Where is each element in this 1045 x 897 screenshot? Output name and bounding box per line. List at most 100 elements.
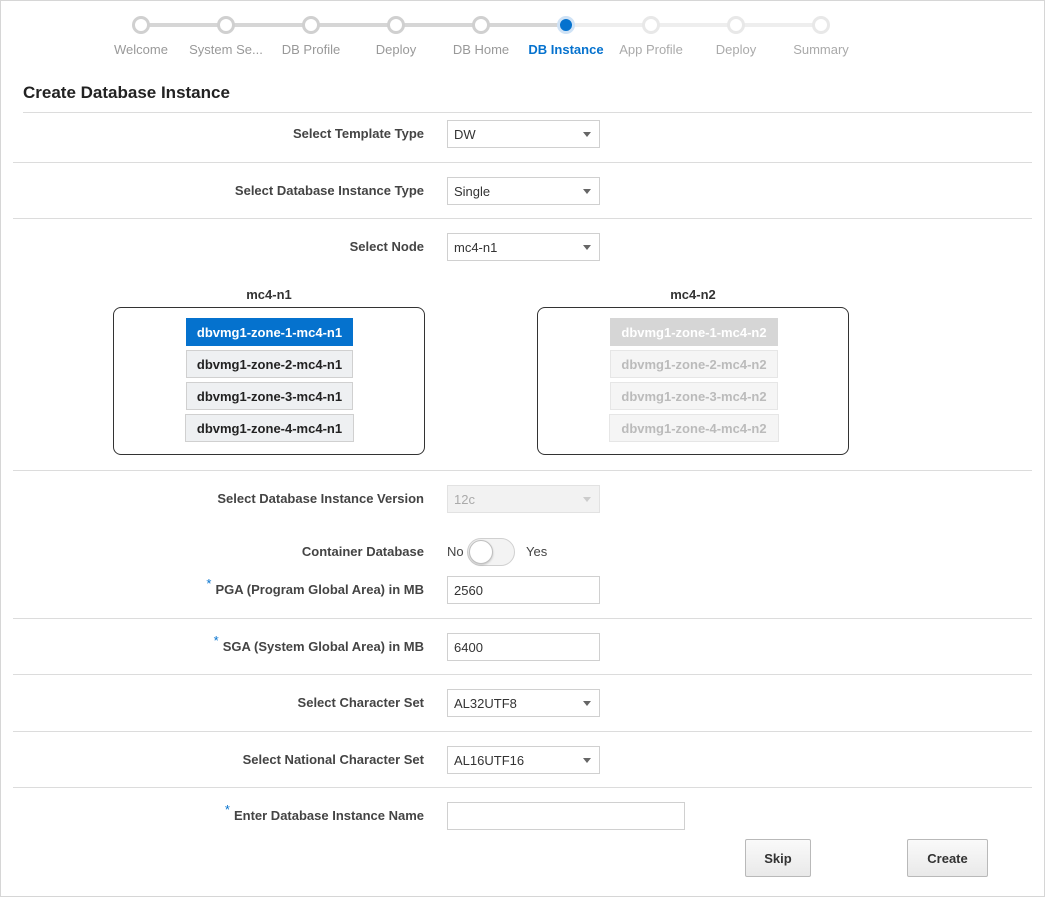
step-dot-icon [812, 16, 830, 34]
container-db-label: Container Database [301, 544, 424, 559]
node-2-title: mc4-n2 [670, 287, 716, 302]
step-dot-current-icon [557, 16, 575, 34]
step-label: Summary [793, 42, 849, 57]
instance-type-label: Select Database Instance Type [234, 183, 424, 198]
divider [23, 112, 1032, 113]
step-label: App Profile [619, 42, 683, 57]
train-step-deploy-2: Deploy [691, 13, 781, 57]
step-dot-icon [387, 16, 405, 34]
charset-label: Select Character Set [297, 695, 424, 710]
template-type-label: Select Template Type [292, 126, 424, 141]
train-step-system-settings[interactable]: System Se... [181, 13, 271, 57]
step-label: Welcome [114, 42, 168, 57]
zone-button-disabled: dbvmg1-zone-3-mc4-n2 [610, 382, 778, 410]
toggle-off-label: No [447, 544, 464, 559]
train-step-db-home[interactable]: DB Home [436, 13, 526, 57]
train-step-deploy[interactable]: Deploy [351, 13, 441, 57]
charset-value: AL32UTF8 [454, 696, 517, 711]
national-charset-row: Select National Character Set AL16UTF16 [1, 745, 1045, 775]
step-label: DB Profile [281, 42, 341, 57]
node-2-zone-panel: dbvmg1-zone-1-mc4-n2 dbvmg1-zone-2-mc4-n… [537, 307, 849, 455]
train-step-welcome[interactable]: Welcome [96, 13, 186, 57]
divider [13, 470, 1032, 471]
page-frame: Welcome System Se... DB Profile Deploy D… [0, 0, 1045, 897]
instance-type-value: Single [454, 184, 491, 199]
caret-down-icon [583, 758, 591, 763]
national-charset-label: Select National Character Set [242, 752, 424, 767]
node-label: Select Node [349, 239, 424, 254]
toggle-knob [469, 540, 493, 564]
version-row: Select Database Instance Version 12c [1, 484, 1045, 514]
zone-button-disabled: dbvmg1-zone-2-mc4-n2 [610, 350, 778, 378]
instance-name-label: * Enter Database Instance Name [225, 802, 424, 823]
node-row: Select Node mc4-n1 [1, 232, 1045, 262]
train-step-db-profile[interactable]: DB Profile [266, 13, 356, 57]
step-label: System Se... [189, 42, 263, 57]
national-charset-value: AL16UTF16 [454, 753, 525, 768]
zone-button[interactable]: dbvmg1-zone-4-mc4-n1 [185, 414, 354, 442]
charset-select[interactable]: AL32UTF8 [447, 689, 600, 717]
container-db-row: Container Database No Yes [1, 537, 1045, 567]
divider [13, 731, 1032, 732]
required-asterisk: * [206, 576, 212, 591]
version-value: 12c [454, 492, 475, 507]
node-value: mc4-n1 [454, 240, 498, 255]
step-dot-icon [642, 16, 660, 34]
train-step-db-instance[interactable]: DB Instance [521, 13, 611, 57]
instance-name-input[interactable] [447, 802, 685, 830]
step-label: Deploy [715, 42, 757, 57]
train-step-summary: Summary [776, 13, 866, 57]
step-label: Deploy [375, 42, 417, 57]
instance-name-row: * Enter Database Instance Name [1, 801, 1045, 831]
node-select[interactable]: mc4-n1 [447, 233, 600, 261]
template-type-value: DW [454, 127, 476, 142]
zone-button-disabled: dbvmg1-zone-1-mc4-n2 [610, 318, 778, 346]
instance-type-row: Select Database Instance Type Single [1, 176, 1045, 206]
template-type-row: Select Template Type DW [1, 119, 1045, 149]
sga-row: * SGA (System Global Area) in MB 6400 [1, 632, 1045, 662]
divider [13, 162, 1032, 163]
pga-row: * PGA (Program Global Area) in MB 2560 [1, 575, 1045, 605]
template-type-select[interactable]: DW [447, 120, 600, 148]
zone-button[interactable]: dbvmg1-zone-2-mc4-n1 [186, 350, 353, 378]
caret-down-icon [583, 245, 591, 250]
step-label: DB Instance [528, 42, 604, 57]
caret-down-icon [583, 189, 591, 194]
divider [13, 674, 1032, 675]
process-train: Welcome System Se... DB Profile Deploy D… [101, 13, 871, 63]
node-1-title: mc4-n1 [246, 287, 292, 302]
create-button[interactable]: Create [907, 839, 988, 877]
version-select: 12c [447, 485, 600, 513]
instance-name-label-text: Enter Database Instance Name [233, 808, 424, 823]
step-dot-icon [472, 16, 490, 34]
caret-down-icon [583, 132, 591, 137]
sga-input[interactable]: 6400 [447, 633, 600, 661]
sga-label: * SGA (System Global Area) in MB [214, 633, 424, 654]
skip-button[interactable]: Skip [745, 839, 811, 877]
divider [13, 218, 1032, 219]
zone-button[interactable]: dbvmg1-zone-1-mc4-n1 [186, 318, 353, 346]
instance-type-select[interactable]: Single [447, 177, 600, 205]
page-title: Create Database Instance [23, 83, 230, 102]
zone-button-disabled: dbvmg1-zone-4-mc4-n2 [609, 414, 779, 442]
zone-button[interactable]: dbvmg1-zone-3-mc4-n1 [186, 382, 353, 410]
container-db-toggle[interactable] [467, 538, 515, 566]
step-dot-icon [132, 16, 150, 34]
pga-label: * PGA (Program Global Area) in MB [206, 576, 424, 597]
sga-label-text: SGA (System Global Area) in MB [222, 639, 424, 654]
step-label: DB Home [452, 42, 510, 57]
toggle-on-label: Yes [526, 544, 548, 559]
version-label: Select Database Instance Version [217, 491, 424, 506]
caret-down-icon [583, 701, 591, 706]
node-1-zone-panel: dbvmg1-zone-1-mc4-n1 dbvmg1-zone-2-mc4-n… [113, 307, 425, 455]
pga-label-text: PGA (Program Global Area) in MB [215, 582, 424, 597]
divider [13, 618, 1032, 619]
required-asterisk: * [213, 633, 219, 648]
pga-input[interactable]: 2560 [447, 576, 600, 604]
charset-row: Select Character Set AL32UTF8 [1, 688, 1045, 718]
step-dot-icon [727, 16, 745, 34]
divider [13, 787, 1032, 788]
step-dot-icon [302, 16, 320, 34]
required-asterisk: * [224, 802, 230, 817]
national-charset-select[interactable]: AL16UTF16 [447, 746, 600, 774]
